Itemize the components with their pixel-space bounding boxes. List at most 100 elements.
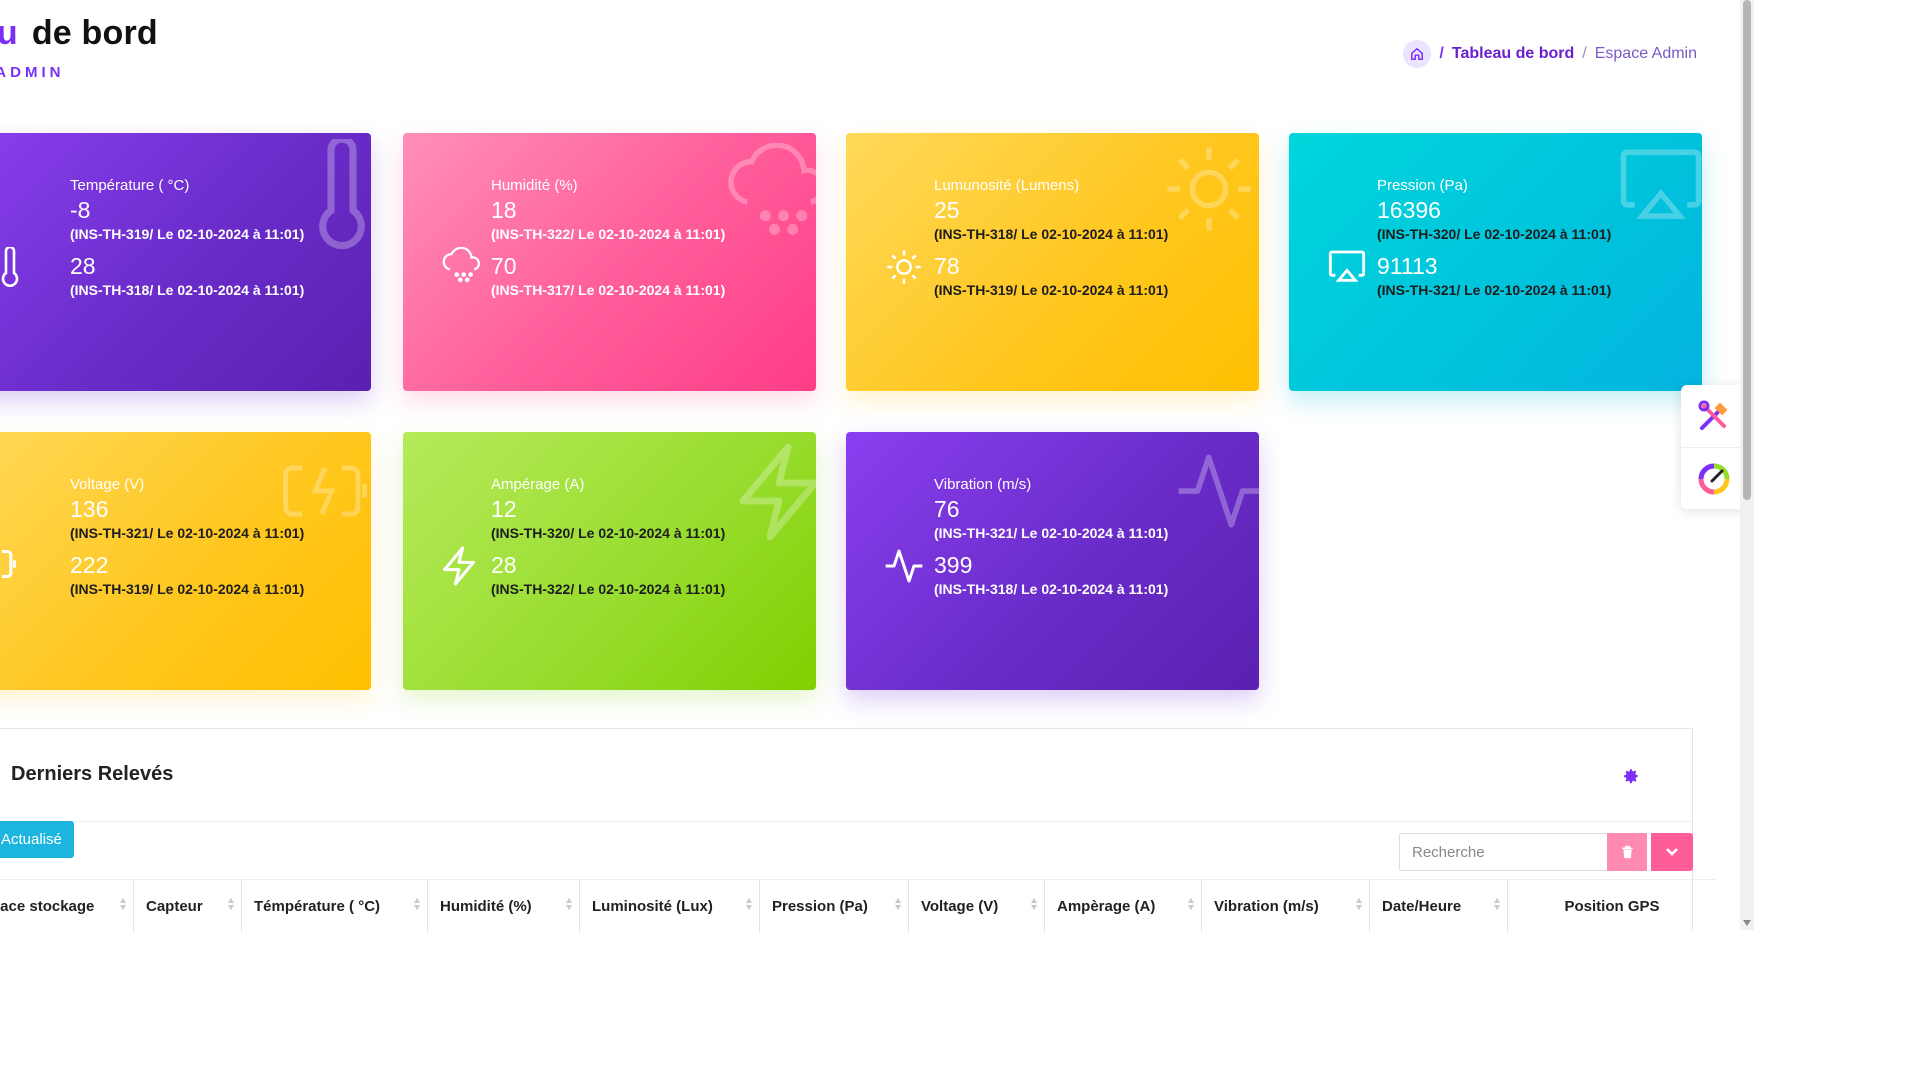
column-header-temperature[interactable]: Témpérature ( °C) [242, 880, 428, 932]
panel-divider [0, 821, 1692, 822]
card-max-detail: (INS-TH-322/ Le 02-10-2024 à 11:01) [491, 581, 726, 597]
amperage-card[interactable]: Ampérage (A) 12 (INS-TH-320/ Le 02-10-20… [403, 432, 816, 690]
column-header-luminosity[interactable]: Luminosité (Lux) [580, 880, 760, 932]
card-title: Lumunosité (Lumens) [934, 177, 1080, 194]
card-min-detail: (INS-TH-321/ Le 02-10-2024 à 11:01) [934, 525, 1169, 541]
card-min-detail: (INS-TH-320/ Le 02-10-2024 à 11:01) [1377, 226, 1612, 242]
trash-icon [1621, 845, 1633, 859]
card-title: Voltage (V) [70, 476, 145, 493]
card-min-detail: (INS-TH-318/ Le 02-10-2024 à 11:01) [934, 226, 1169, 242]
card-min-value: 12 [491, 496, 517, 522]
card-min-value: 25 [934, 197, 960, 223]
sort-icon[interactable] [746, 898, 752, 910]
breadcrumb-link-dashboard[interactable]: Tableau de bord [1452, 45, 1574, 63]
page-scrollbar[interactable] [1740, 0, 1754, 930]
airplay-icon [1328, 250, 1366, 282]
sort-icon[interactable] [228, 898, 234, 910]
page-subtitle: ACE ADMIN [0, 64, 65, 81]
table-header: pace stockage Capteur Témpérature ( °C) … [0, 879, 1716, 932]
card-min-detail: (INS-TH-319/ Le 02-10-2024 à 11:01) [70, 226, 305, 242]
temperature-card[interactable]: Température ( °C) -8 (INS-TH-319/ Le 02-… [0, 133, 371, 391]
customizer-button[interactable] [1681, 385, 1747, 447]
sort-icon[interactable] [1031, 898, 1037, 910]
panel-title: Derniers Relevés [11, 763, 174, 785]
breadcrumb-separator: / [1439, 45, 1444, 62]
luminosity-card[interactable]: Lumunosité (Lumens) 25 (INS-TH-318/ Le 0… [846, 133, 1259, 391]
card-min-value: 136 [70, 496, 109, 522]
latest-readings-panel: Derniers Relevés Actualisé Recherche pac… [0, 728, 1716, 932]
card-title: Pression (Pa) [1377, 177, 1468, 194]
floating-tools-widget [1681, 385, 1747, 509]
home-icon[interactable] [1403, 40, 1432, 68]
battery-charging-icon [1, 549, 16, 579]
card-max-value: 28 [491, 552, 517, 578]
theme-color-button[interactable] [1681, 447, 1747, 509]
card-max-value: 399 [934, 552, 973, 578]
card-body: Lumunosité (Lumens) 25 (INS-TH-318/ Le 0… [934, 177, 1204, 300]
column-header-vibration[interactable]: Vibration (m/s) [1202, 880, 1370, 932]
card-max-value: 222 [70, 552, 109, 578]
tools-icon [1698, 400, 1728, 430]
breadcrumb: / Tableau de bord / Espace Admin [1403, 40, 1697, 68]
cloud-drizzle-icon [442, 247, 480, 283]
sort-icon[interactable] [1188, 898, 1194, 910]
breadcrumb-current: Espace Admin [1594, 45, 1697, 62]
card-min-detail: (INS-TH-320/ Le 02-10-2024 à 11:01) [491, 525, 726, 541]
pressure-card[interactable]: Pression (Pa) 16396 (INS-TH-320/ Le 02-1… [1289, 133, 1702, 391]
scrollbar-thumb[interactable] [1743, 0, 1751, 500]
card-max-value: 78 [934, 253, 960, 279]
card-title: Ampérage (A) [491, 476, 585, 493]
column-header-gps[interactable]: Position GPS [1508, 880, 1716, 932]
thermometer-icon [1, 247, 19, 287]
card-title: Humidité (%) [491, 177, 578, 194]
options-dropdown-button[interactable] [1651, 833, 1693, 871]
column-header-pressure[interactable]: Pression (Pa) [760, 880, 909, 932]
card-body: Voltage (V) 136 (INS-TH-321/ Le 02-10-20… [70, 476, 340, 599]
card-body: Température ( °C) -8 (INS-TH-319/ Le 02-… [70, 177, 340, 300]
search-input[interactable]: Recherche [1399, 833, 1607, 871]
card-max-value: 70 [491, 253, 517, 279]
card-max-value: 91113 [1377, 253, 1438, 279]
sun-icon [887, 250, 921, 284]
card-max-value: 28 [70, 253, 96, 279]
sort-icon[interactable] [566, 898, 572, 910]
gear-icon[interactable] [1622, 767, 1640, 785]
card-min-value: 76 [934, 496, 960, 522]
card-max-detail: (INS-TH-317/ Le 02-10-2024 à 11:01) [491, 282, 726, 298]
card-max-detail: (INS-TH-319/ Le 02-10-2024 à 11:01) [70, 581, 305, 597]
scroll-down-arrow[interactable] [1743, 920, 1751, 926]
column-header-storage[interactable]: pace stockage [0, 880, 134, 932]
card-title: Vibration (m/s) [934, 476, 1032, 493]
sort-icon[interactable] [1356, 898, 1362, 910]
card-min-value: -8 [70, 197, 91, 223]
vibration-card[interactable]: Vibration (m/s) 76 (INS-TH-321/ Le 02-10… [846, 432, 1259, 690]
card-min-detail: (INS-TH-322/ Le 02-10-2024 à 11:01) [491, 226, 726, 242]
voltage-card[interactable]: Voltage (V) 136 (INS-TH-321/ Le 02-10-20… [0, 432, 371, 690]
column-header-sensor[interactable]: Capteur [134, 880, 242, 932]
card-max-detail: (INS-TH-318/ Le 02-10-2024 à 11:01) [70, 282, 305, 298]
card-body: Humidité (%) 18 (INS-TH-322/ Le 02-10-20… [491, 177, 761, 300]
column-header-humidity[interactable]: Humidité (%) [428, 880, 580, 932]
card-min-detail: (INS-TH-321/ Le 02-10-2024 à 11:01) [70, 525, 305, 541]
card-body: Vibration (m/s) 76 (INS-TH-321/ Le 02-10… [934, 476, 1204, 599]
sort-icon[interactable] [895, 898, 901, 910]
refresh-button[interactable]: Actualisé [0, 821, 74, 858]
page-title-part1: bleau [0, 14, 18, 52]
page-title-part2: de bord [31, 14, 158, 52]
chevron-down-icon [1666, 848, 1678, 856]
card-max-detail: (INS-TH-318/ Le 02-10-2024 à 11:01) [934, 581, 1169, 597]
sort-icon[interactable] [1494, 898, 1500, 910]
lightning-icon [443, 546, 475, 586]
color-wheel-icon [1698, 463, 1730, 494]
breadcrumb-separator: / [1582, 45, 1587, 62]
column-header-voltage[interactable]: Voltage (V) [909, 880, 1045, 932]
card-title: Température ( °C) [70, 177, 190, 194]
activity-icon [885, 549, 923, 583]
sort-icon[interactable] [120, 898, 126, 910]
column-header-datetime[interactable]: Date/Heure [1370, 880, 1508, 932]
column-header-amperage[interactable]: Ampèrage (A) [1045, 880, 1202, 932]
sort-icon[interactable] [414, 898, 420, 910]
clear-search-button[interactable] [1607, 833, 1647, 871]
card-min-value: 16396 [1377, 197, 1441, 223]
humidity-card[interactable]: Humidité (%) 18 (INS-TH-322/ Le 02-10-20… [403, 133, 816, 391]
